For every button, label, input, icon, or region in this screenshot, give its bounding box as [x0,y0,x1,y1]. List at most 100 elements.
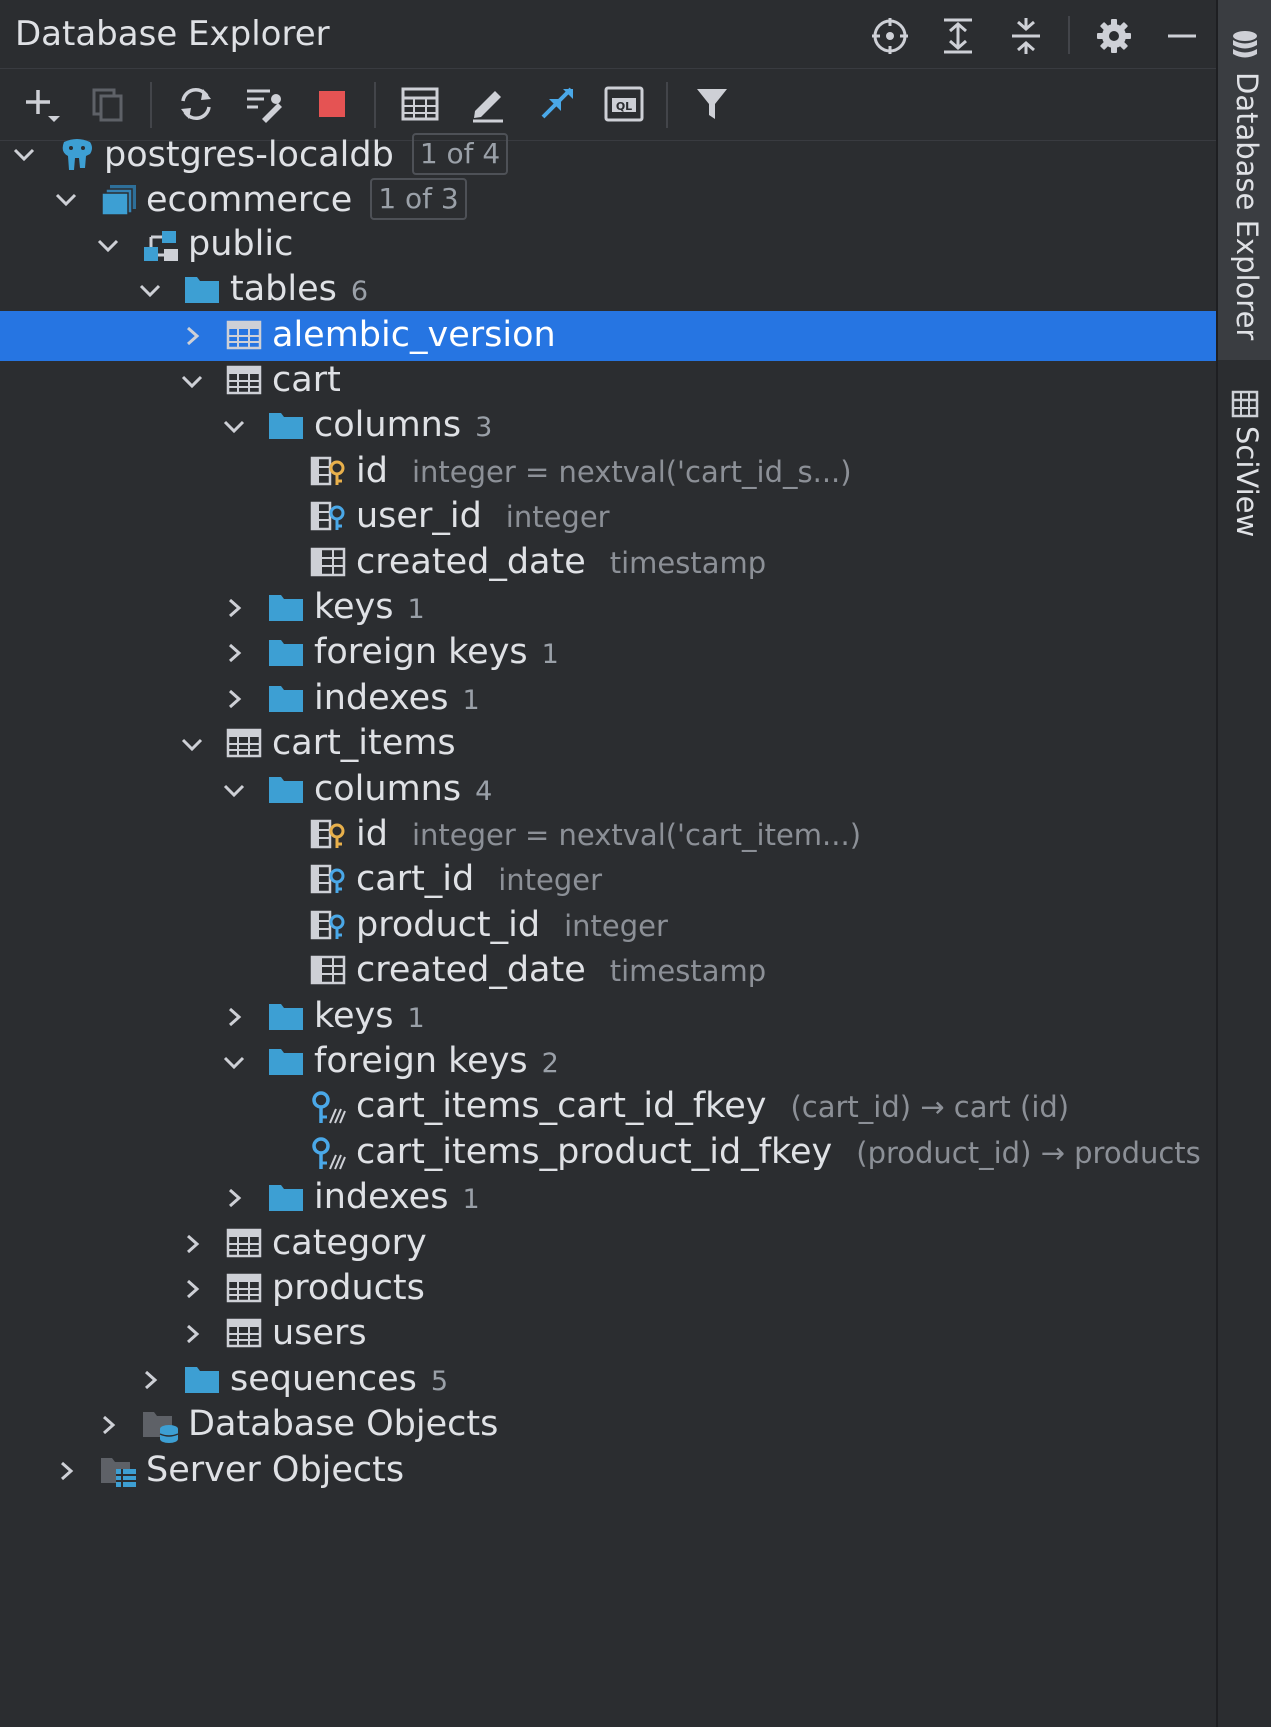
minimize-icon[interactable] [1160,14,1204,58]
data-source-properties-icon[interactable] [242,82,286,126]
tree-node-foreign-keys[interactable]: foreign keys 2 [0,1037,1216,1087]
tree-node-indexes[interactable]: indexes 1 [0,1173,1216,1223]
table-view-icon[interactable] [398,82,442,126]
tree-node-cart-items-cart-id-fkey[interactable]: cart_items_cart_id_fkey (cart_id) → cart … [0,1082,1216,1132]
tree-node-columns[interactable]: columns 4 [0,765,1216,815]
expand-all-icon[interactable] [936,14,980,58]
type-hint: integer = nextval('cart_item...) [411,818,862,852]
node-name: category [272,1222,427,1263]
tab-sciview[interactable]: SciView [1218,380,1271,540]
duplicate-icon[interactable] [86,82,130,126]
tree-node-user-id[interactable]: user_id integer [0,492,1216,542]
node-name: users [272,1313,367,1354]
gear-icon[interactable] [1092,14,1136,58]
chevron-right-icon[interactable] [54,1459,78,1483]
tree-node-created-date[interactable]: created_date timestamp [0,946,1216,996]
tree-node-database-objects[interactable]: Database Objects [0,1400,1216,1450]
chevron-down-icon[interactable] [96,233,120,257]
postgres-elephant-icon [58,138,94,170]
chevron-right-icon[interactable] [96,1413,120,1437]
tree-node-label: postgres-localdb 1 of 4 [104,133,509,175]
database-icon [100,183,136,217]
tree-node-label: products [272,1268,425,1308]
tree-node-indexes[interactable]: indexes 1 [0,674,1216,724]
tree-node-label: indexes 1 [314,678,480,718]
child-count: 1 [407,1002,425,1034]
chevron-down-icon[interactable] [180,732,204,756]
tree-node-server-objects[interactable]: Server Objects [0,1446,1216,1496]
tree-node-label: alembic_version [272,315,556,355]
console-icon[interactable]: QL [602,82,646,126]
chevron-down-icon[interactable] [54,187,78,211]
chevron-down-icon[interactable] [138,278,162,302]
chevron-down-icon[interactable] [12,142,36,166]
tree-node-label: Server Objects [146,1450,404,1490]
refresh-icon[interactable] [174,82,218,126]
schema-count-badge[interactable]: 1 of 4 [411,133,509,175]
node-name: sequences [230,1358,417,1399]
chevron-right-icon[interactable] [180,1322,204,1346]
tree-node-postgres-localdb[interactable]: postgres-localdb 1 of 4 [0,129,1216,179]
tree-node-sequences[interactable]: sequences 5 [0,1355,1216,1405]
schema-count-badge[interactable]: 1 of 3 [370,178,467,221]
tree-node-created-date[interactable]: created_date timestamp [0,538,1216,588]
foreign-key-column-icon [310,501,346,533]
database-icon [1233,31,1257,58]
tree-node-category[interactable]: category [0,1219,1216,1269]
tree-node-label: Database Objects [188,1404,498,1444]
tree-node-tables[interactable]: tables 6 [0,265,1216,315]
stop-icon[interactable] [310,82,354,126]
tree-node-label: foreign keys 1 [314,632,559,672]
chevron-right-icon[interactable] [180,324,204,348]
tree-node-label: sequences 5 [230,1359,448,1399]
child-count: 6 [350,276,369,308]
chevron-right-icon[interactable] [222,687,246,711]
tree-node-label: cart_items_product_id_fkey (product_id) →… [356,1132,1201,1172]
folder-icon [268,592,304,624]
node-name: Server Objects [146,1449,405,1490]
tree-node-foreign-keys[interactable]: foreign keys 1 [0,628,1216,678]
crosshair-icon[interactable] [868,14,912,58]
tree-node-keys[interactable]: keys 1 [0,992,1216,1042]
edit-icon[interactable] [466,82,510,126]
chevron-down-icon[interactable] [222,778,246,802]
type-hint: integer [498,863,603,898]
tab-database-explorer[interactable]: Database Explorer [1218,0,1271,360]
tree-node-cart-id[interactable]: cart_id integer [0,855,1216,905]
tree-node-keys[interactable]: keys 1 [0,583,1216,633]
tree-node-ecommerce[interactable]: ecommerce 1 of 3 [0,174,1216,224]
chevron-right-icon[interactable] [138,1368,162,1392]
add-icon[interactable] [20,82,64,126]
tree-node-columns[interactable]: columns 3 [0,401,1216,451]
collapse-all-icon[interactable] [1004,14,1048,58]
chevron-down-icon[interactable] [180,369,204,393]
node-name: columns [314,405,462,446]
chevron-right-icon[interactable] [180,1232,204,1256]
tree-node-id[interactable]: id integer = nextval('cart_id_s...) [0,447,1216,497]
chevron-right-icon[interactable] [222,1005,246,1029]
filter-icon[interactable] [690,82,734,126]
tree-node-cart[interactable]: cart [0,356,1216,406]
tree-node-cart-items-product-id-fkey[interactable]: cart_items_product_id_fkey (product_id) →… [0,1128,1216,1178]
jump-to-icon[interactable] [534,82,578,126]
tree-node-users[interactable]: users [0,1309,1216,1359]
tree-node-public[interactable]: public [0,220,1216,270]
node-name: tables [230,269,337,310]
tree-node-cart-items[interactable]: cart_items [0,719,1216,769]
tree-node-product-id[interactable]: product_id integer [0,901,1216,951]
tab-label: SciView [1230,426,1264,538]
tree-node-products[interactable]: products [0,1264,1216,1314]
chevron-right-icon[interactable] [222,596,246,620]
tree-node-alembic-version[interactable]: alembic_version [0,310,1216,361]
tree-node-id[interactable]: id integer = nextval('cart_item...) [0,810,1216,860]
chevron-down-icon[interactable] [222,414,246,438]
chevron-right-icon[interactable] [222,641,246,665]
chevron-right-icon[interactable] [222,1186,246,1210]
tree-node-label: ecommerce 1 of 3 [146,178,467,221]
tree-node-label: id integer = nextval('cart_item...) [356,814,861,854]
chevron-down-icon[interactable] [222,1050,246,1074]
folder-icon [268,410,304,442]
type-hint: timestamp [609,954,767,989]
column-icon [310,547,346,579]
chevron-right-icon[interactable] [180,1277,204,1301]
